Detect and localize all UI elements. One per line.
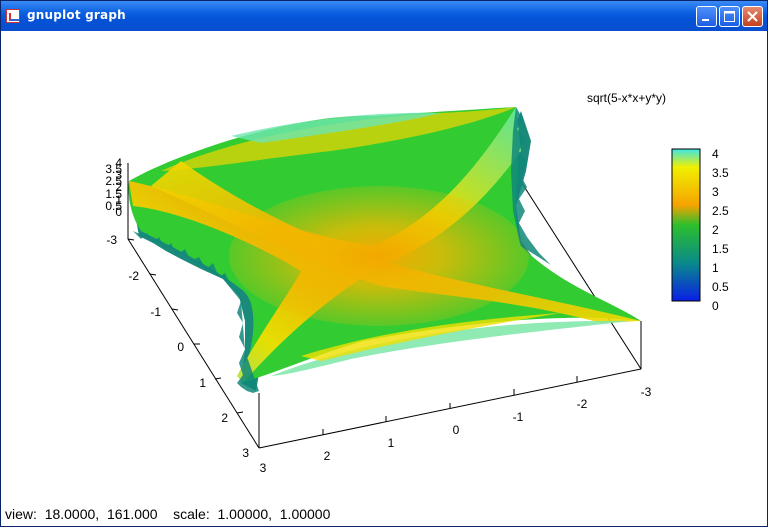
maximize-icon bbox=[724, 11, 735, 22]
status-bar: view: 18.0000, 161.000 scale: 1.00000, 1… bbox=[5, 506, 330, 522]
colorbar-tick-2.5: 2.5 bbox=[712, 204, 729, 218]
minimize-button[interactable] bbox=[696, 6, 717, 27]
minimize-icon bbox=[702, 19, 709, 21]
y-tick-2: 2 bbox=[221, 411, 228, 425]
colorbar-tick-2: 2 bbox=[712, 223, 719, 237]
x-tick-1: 1 bbox=[388, 436, 395, 450]
window-title: gnuplot graph bbox=[27, 8, 126, 22]
x-tick-neg3: -3 bbox=[641, 385, 652, 399]
y-tick-neg3: -3 bbox=[106, 233, 117, 247]
view-label: view: bbox=[5, 506, 37, 522]
y-tick-neg2: -2 bbox=[128, 269, 139, 283]
colorbar-tick-1: 1 bbox=[712, 261, 719, 275]
y-tick-3: 3 bbox=[242, 446, 249, 460]
x-tick-3: 3 bbox=[260, 461, 267, 475]
colorbar-tick-1.5: 1.5 bbox=[712, 242, 729, 256]
colorbar-tick-0: 0 bbox=[712, 299, 719, 313]
x-tick-neg2: -2 bbox=[577, 397, 588, 411]
colorbar-tick-4: 4 bbox=[712, 147, 719, 161]
z-axis-ticks: 4 3.5 3 2.5 2 1.5 1 0.5 0 bbox=[105, 156, 122, 219]
scale-values: 1.00000, 1.00000 bbox=[217, 506, 331, 522]
title-bar[interactable]: gnuplot graph bbox=[1, 1, 767, 31]
colorbar-tick-3.5: 3.5 bbox=[712, 166, 729, 180]
y-tick-neg1: -1 bbox=[150, 305, 161, 319]
view-values: 18.0000, 161.000 bbox=[44, 506, 158, 522]
y-tick-0: 0 bbox=[177, 340, 184, 354]
scale-label: scale: bbox=[173, 506, 210, 522]
plot-area: sqrt(5-x*x+y*y) 4 3.5 3 2.5 2 1.5 1 0.5 … bbox=[105, 91, 729, 475]
gnuplot-app-icon[interactable] bbox=[6, 9, 20, 23]
colorbar-gradient bbox=[671, 148, 701, 302]
gnuplot-window: gnuplot graph sqrt(5-x*x+y*y) 4 3.5 3 2.… bbox=[0, 0, 768, 527]
function-label: sqrt(5-x*x+y*y) bbox=[587, 91, 666, 105]
close-button[interactable] bbox=[742, 6, 763, 27]
colorbar-tick-3: 3 bbox=[712, 185, 719, 199]
maximize-button[interactable] bbox=[719, 6, 740, 27]
close-icon bbox=[747, 11, 758, 22]
colorbar-tick-0.5: 0.5 bbox=[712, 280, 729, 294]
z-tick-0: 0 bbox=[115, 205, 122, 219]
x-tick-2: 2 bbox=[324, 449, 331, 463]
x-tick-0: 0 bbox=[453, 423, 460, 437]
x-tick-neg1: -1 bbox=[513, 410, 524, 424]
x-axis-ticks: 3 2 1 0 -1 -2 -3 bbox=[260, 376, 652, 475]
surface-plot bbox=[128, 107, 641, 393]
colorbar: 4 3.5 3 2.5 2 1.5 1 0.5 0 bbox=[671, 147, 729, 313]
y-tick-1: 1 bbox=[199, 376, 206, 390]
